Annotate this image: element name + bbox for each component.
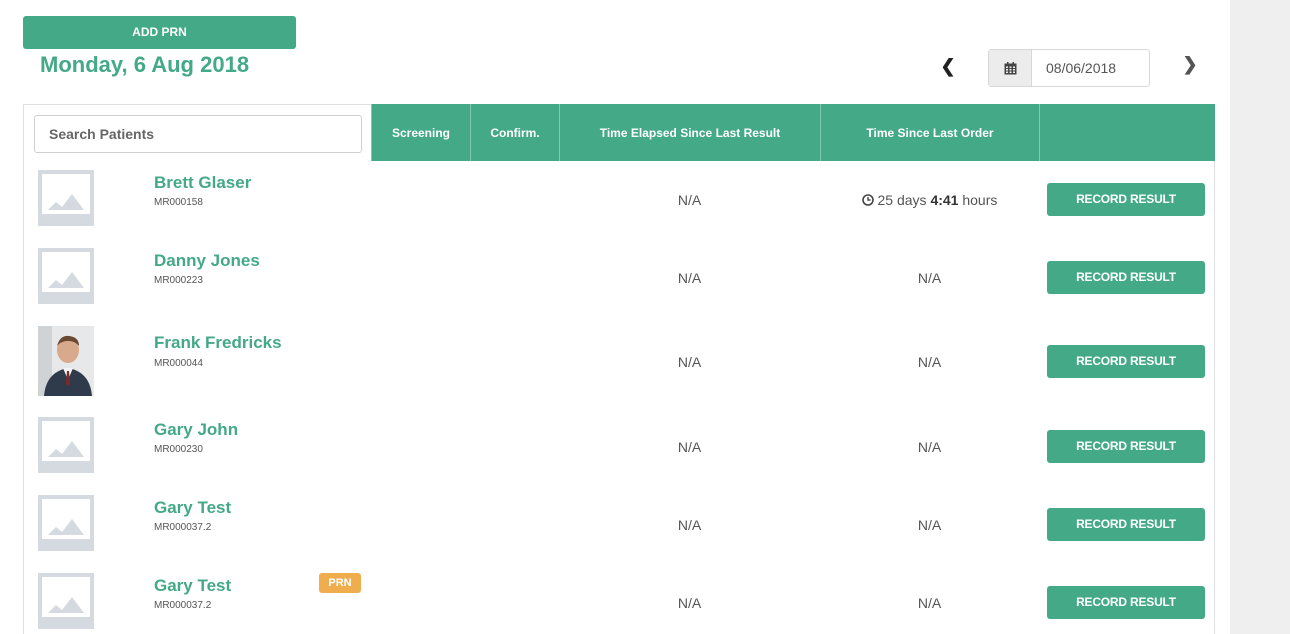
record-result-button[interactable]: RECORD RESULT [1047, 183, 1205, 216]
avatar-placeholder [38, 495, 94, 551]
time-since-order-value: N/A [917, 595, 942, 611]
time-since-order-value: N/A [917, 439, 942, 455]
patient-name-link[interactable]: Danny Jones [154, 251, 260, 271]
date-field[interactable] [1032, 50, 1147, 86]
patient-name-link[interactable]: Gary Test [154, 498, 231, 518]
patient-mr-number: MR000044 [154, 358, 203, 369]
time-since-order-value: N/A [917, 354, 942, 370]
add-prn-button[interactable]: ADD PRN [23, 16, 296, 49]
column-header-time-since-order[interactable]: Time Since Last Order [820, 104, 1039, 161]
avatar-placeholder [38, 417, 94, 473]
date-picker[interactable] [988, 49, 1150, 87]
time-elapsed-value: N/A [677, 270, 702, 286]
time-elapsed-value: N/A [677, 517, 702, 533]
patient-mr-number: MR000158 [154, 197, 203, 208]
patient-mr-number: MR000037.2 [154, 522, 212, 533]
record-result-button[interactable]: RECORD RESULT [1047, 261, 1205, 294]
record-result-button[interactable]: RECORD RESULT [1047, 508, 1205, 541]
patient-mr-number: MR000230 [154, 444, 203, 455]
patient-mr-number: MR000037.2 [154, 600, 212, 611]
clock-icon [861, 193, 874, 209]
record-result-button[interactable]: RECORD RESULT [1047, 586, 1205, 619]
time-since-order-value: 25 days 4:41 hours [820, 192, 1039, 209]
since-days: 25 days [877, 192, 927, 208]
search-input[interactable] [34, 115, 362, 153]
since-unit: hours [962, 192, 998, 208]
record-result-button[interactable]: RECORD RESULT [1047, 345, 1205, 378]
patient-name-link[interactable]: Brett Glaser [154, 173, 251, 193]
time-since-order-value: N/A [917, 270, 942, 286]
time-elapsed-value: N/A [677, 595, 702, 611]
patient-name-link[interactable]: Frank Fredricks [154, 333, 282, 353]
record-result-button[interactable]: RECORD RESULT [1047, 430, 1205, 463]
time-since-order-value: N/A [917, 517, 942, 533]
patient-mr-number: MR000223 [154, 275, 203, 286]
chevron-left-icon[interactable]: ❮ [936, 54, 960, 78]
time-elapsed-value: N/A [677, 439, 702, 455]
patient-name-link[interactable]: Gary Test [154, 576, 231, 596]
right-side-panel [1230, 0, 1290, 634]
column-header-actions [1039, 104, 1215, 161]
since-time: 4:41 [930, 192, 959, 208]
calendar-icon[interactable] [989, 50, 1032, 86]
avatar-placeholder [38, 573, 94, 629]
column-header-time-elapsed[interactable]: Time Elapsed Since Last Result [559, 104, 820, 161]
page-title-date: Monday, 6 Aug 2018 [40, 52, 250, 77]
prn-badge: PRN [319, 573, 361, 593]
time-elapsed-value: N/A [677, 192, 702, 208]
chevron-right-icon[interactable]: ❯ [1178, 52, 1202, 76]
column-header-screening[interactable]: Screening [371, 104, 470, 161]
avatar-placeholder [38, 170, 94, 226]
patients-table: Screening Confirm. Time Elapsed Since La… [23, 104, 1215, 634]
avatar-photo [38, 326, 94, 396]
patient-name-link[interactable]: Gary John [154, 420, 238, 440]
time-elapsed-value: N/A [677, 354, 702, 370]
avatar-placeholder [38, 248, 94, 304]
column-header-confirm[interactable]: Confirm. [470, 104, 559, 161]
